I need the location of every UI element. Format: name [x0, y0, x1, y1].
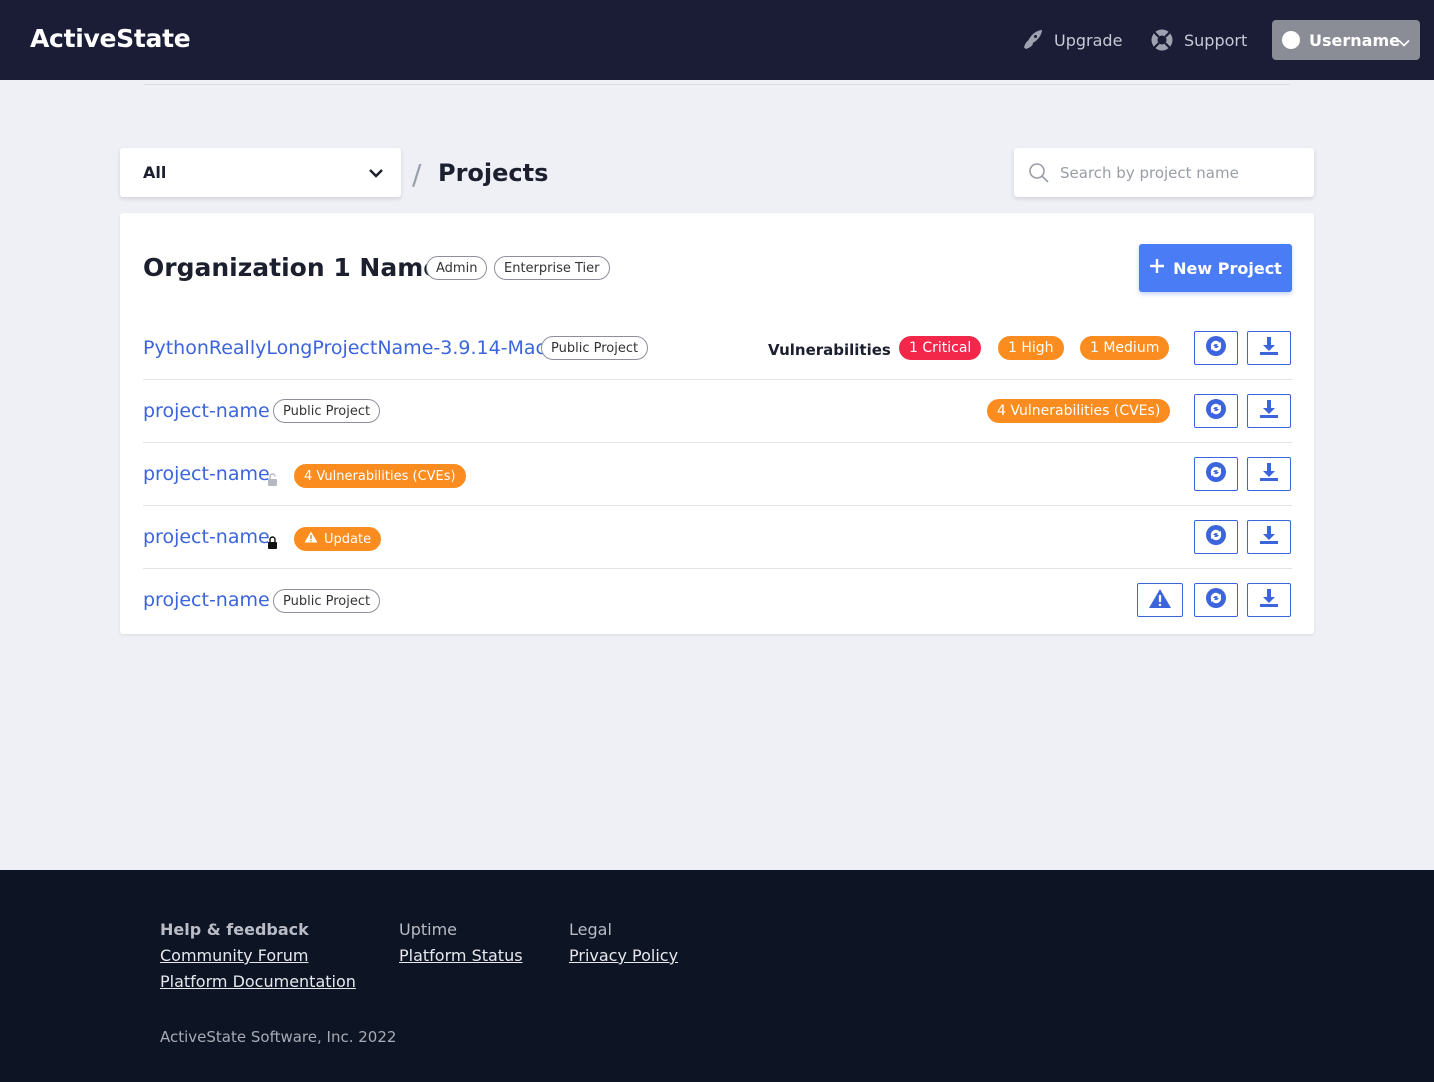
- community-forum-link[interactable]: Community Forum: [160, 943, 356, 969]
- plus-icon: [1149, 258, 1165, 278]
- platform-documentation-link[interactable]: Platform Documentation: [160, 969, 356, 995]
- sync-icon: [1205, 461, 1227, 487]
- warning-button[interactable]: [1137, 583, 1183, 617]
- project-link[interactable]: project-name: [143, 589, 270, 611]
- project-link[interactable]: project-name: [143, 463, 270, 485]
- cve-count-badge[interactable]: 4 Vulnerabilities (CVEs): [987, 399, 1171, 423]
- search-input[interactable]: [1060, 148, 1300, 197]
- sync-button[interactable]: [1194, 520, 1238, 554]
- update-badge[interactable]: Update: [294, 527, 382, 551]
- download-button[interactable]: [1247, 583, 1291, 617]
- footer-legal-heading: Legal: [569, 920, 612, 939]
- chevron-down-icon: [368, 165, 384, 185]
- high-badge[interactable]: 1 High: [998, 336, 1064, 360]
- page-title: Projects: [438, 159, 549, 187]
- sync-button[interactable]: [1194, 583, 1238, 617]
- download-icon: [1258, 524, 1280, 550]
- sync-icon: [1205, 398, 1227, 424]
- privacy-policy-link[interactable]: Privacy Policy: [569, 943, 678, 969]
- download-icon: [1258, 461, 1280, 487]
- chevron-down-icon: [1398, 34, 1410, 53]
- organization-select[interactable]: All: [120, 148, 401, 197]
- new-project-label: New Project: [1173, 258, 1282, 278]
- user-menu-button[interactable]: Username: [1272, 20, 1420, 60]
- footer-help-column: Help & feedback Community Forum Platform…: [160, 917, 356, 995]
- cve-count-badge[interactable]: 4 Vulnerabilities (CVEs): [294, 464, 466, 488]
- username-label: Username: [1309, 30, 1400, 50]
- project-row: PythonReallyLongProjectName-3.9.14-Mac P…: [143, 317, 1292, 380]
- download-icon: [1258, 335, 1280, 361]
- sync-icon: [1205, 335, 1227, 361]
- vulnerabilities-label: Vulnerabilities: [768, 341, 891, 359]
- platform-status-link[interactable]: Platform Status: [399, 943, 523, 969]
- activestate-logo[interactable]: ActiveState: [30, 24, 191, 53]
- project-row: project-name 4 Vulnerabilities (CVEs): [143, 443, 1292, 506]
- download-button[interactable]: [1247, 520, 1291, 554]
- project-link[interactable]: PythonReallyLongProjectName-3.9.14-Mac: [143, 337, 546, 359]
- critical-badge[interactable]: 1 Critical: [899, 336, 982, 360]
- sync-button[interactable]: [1194, 331, 1238, 365]
- support-link[interactable]: Support: [1150, 28, 1247, 52]
- project-row: project-name Update: [143, 506, 1292, 569]
- download-button[interactable]: [1247, 394, 1291, 428]
- sync-icon: [1205, 524, 1227, 550]
- warning-icon: [304, 531, 318, 547]
- new-project-button[interactable]: New Project: [1139, 244, 1292, 292]
- project-row: project-name Public Project: [143, 569, 1292, 632]
- project-link[interactable]: project-name: [143, 400, 270, 422]
- footer-uptime-column: Uptime Platform Status: [399, 917, 523, 969]
- organization-select-value: All: [143, 163, 167, 182]
- download-icon: [1258, 398, 1280, 424]
- avatar: [1282, 31, 1300, 49]
- project-row: project-name Public Project 4 Vulnerabil…: [143, 380, 1292, 443]
- footer-help-heading: Help & feedback: [160, 920, 309, 939]
- header-divider: [144, 84, 1290, 85]
- visibility-badge: Public Project: [273, 589, 381, 613]
- visibility-badge: Public Project: [541, 336, 649, 360]
- rocket-icon: [1020, 28, 1044, 52]
- organization-name: Organization 1 Name: [143, 253, 441, 282]
- unlock-icon: [267, 471, 278, 490]
- search-box: [1014, 148, 1314, 197]
- footer-legal-column: Legal Privacy Policy: [569, 917, 678, 969]
- visibility-badge: Public Project: [273, 399, 381, 423]
- download-button[interactable]: [1247, 457, 1291, 491]
- sync-button[interactable]: [1194, 394, 1238, 428]
- download-button[interactable]: [1247, 331, 1291, 365]
- lock-icon: [267, 534, 278, 553]
- download-icon: [1258, 587, 1280, 613]
- project-link[interactable]: project-name: [143, 526, 270, 548]
- upgrade-label: Upgrade: [1054, 30, 1123, 50]
- tier-badge: Enterprise Tier: [494, 256, 610, 280]
- footer-uptime-heading: Uptime: [399, 920, 458, 939]
- medium-badge[interactable]: 1 Medium: [1080, 336, 1170, 360]
- warning-icon: [1148, 588, 1172, 613]
- lifebuoy-icon: [1150, 28, 1174, 52]
- upgrade-link[interactable]: Upgrade: [1020, 28, 1122, 52]
- support-label: Support: [1184, 30, 1248, 50]
- sync-button[interactable]: [1194, 457, 1238, 491]
- update-label: Update: [324, 531, 372, 547]
- top-navigation-bar: ActiveState Upgrade Support Username: [0, 0, 1434, 80]
- sync-icon: [1205, 587, 1227, 613]
- copyright-text: ActiveState Software, Inc. 2022: [160, 1028, 397, 1046]
- breadcrumb-separator: /: [412, 158, 422, 191]
- admin-badge: Admin: [426, 256, 488, 280]
- footer: Help & feedback Community Forum Platform…: [0, 870, 1434, 1082]
- organization-card: Organization 1 Name Admin Enterprise Tie…: [120, 213, 1314, 634]
